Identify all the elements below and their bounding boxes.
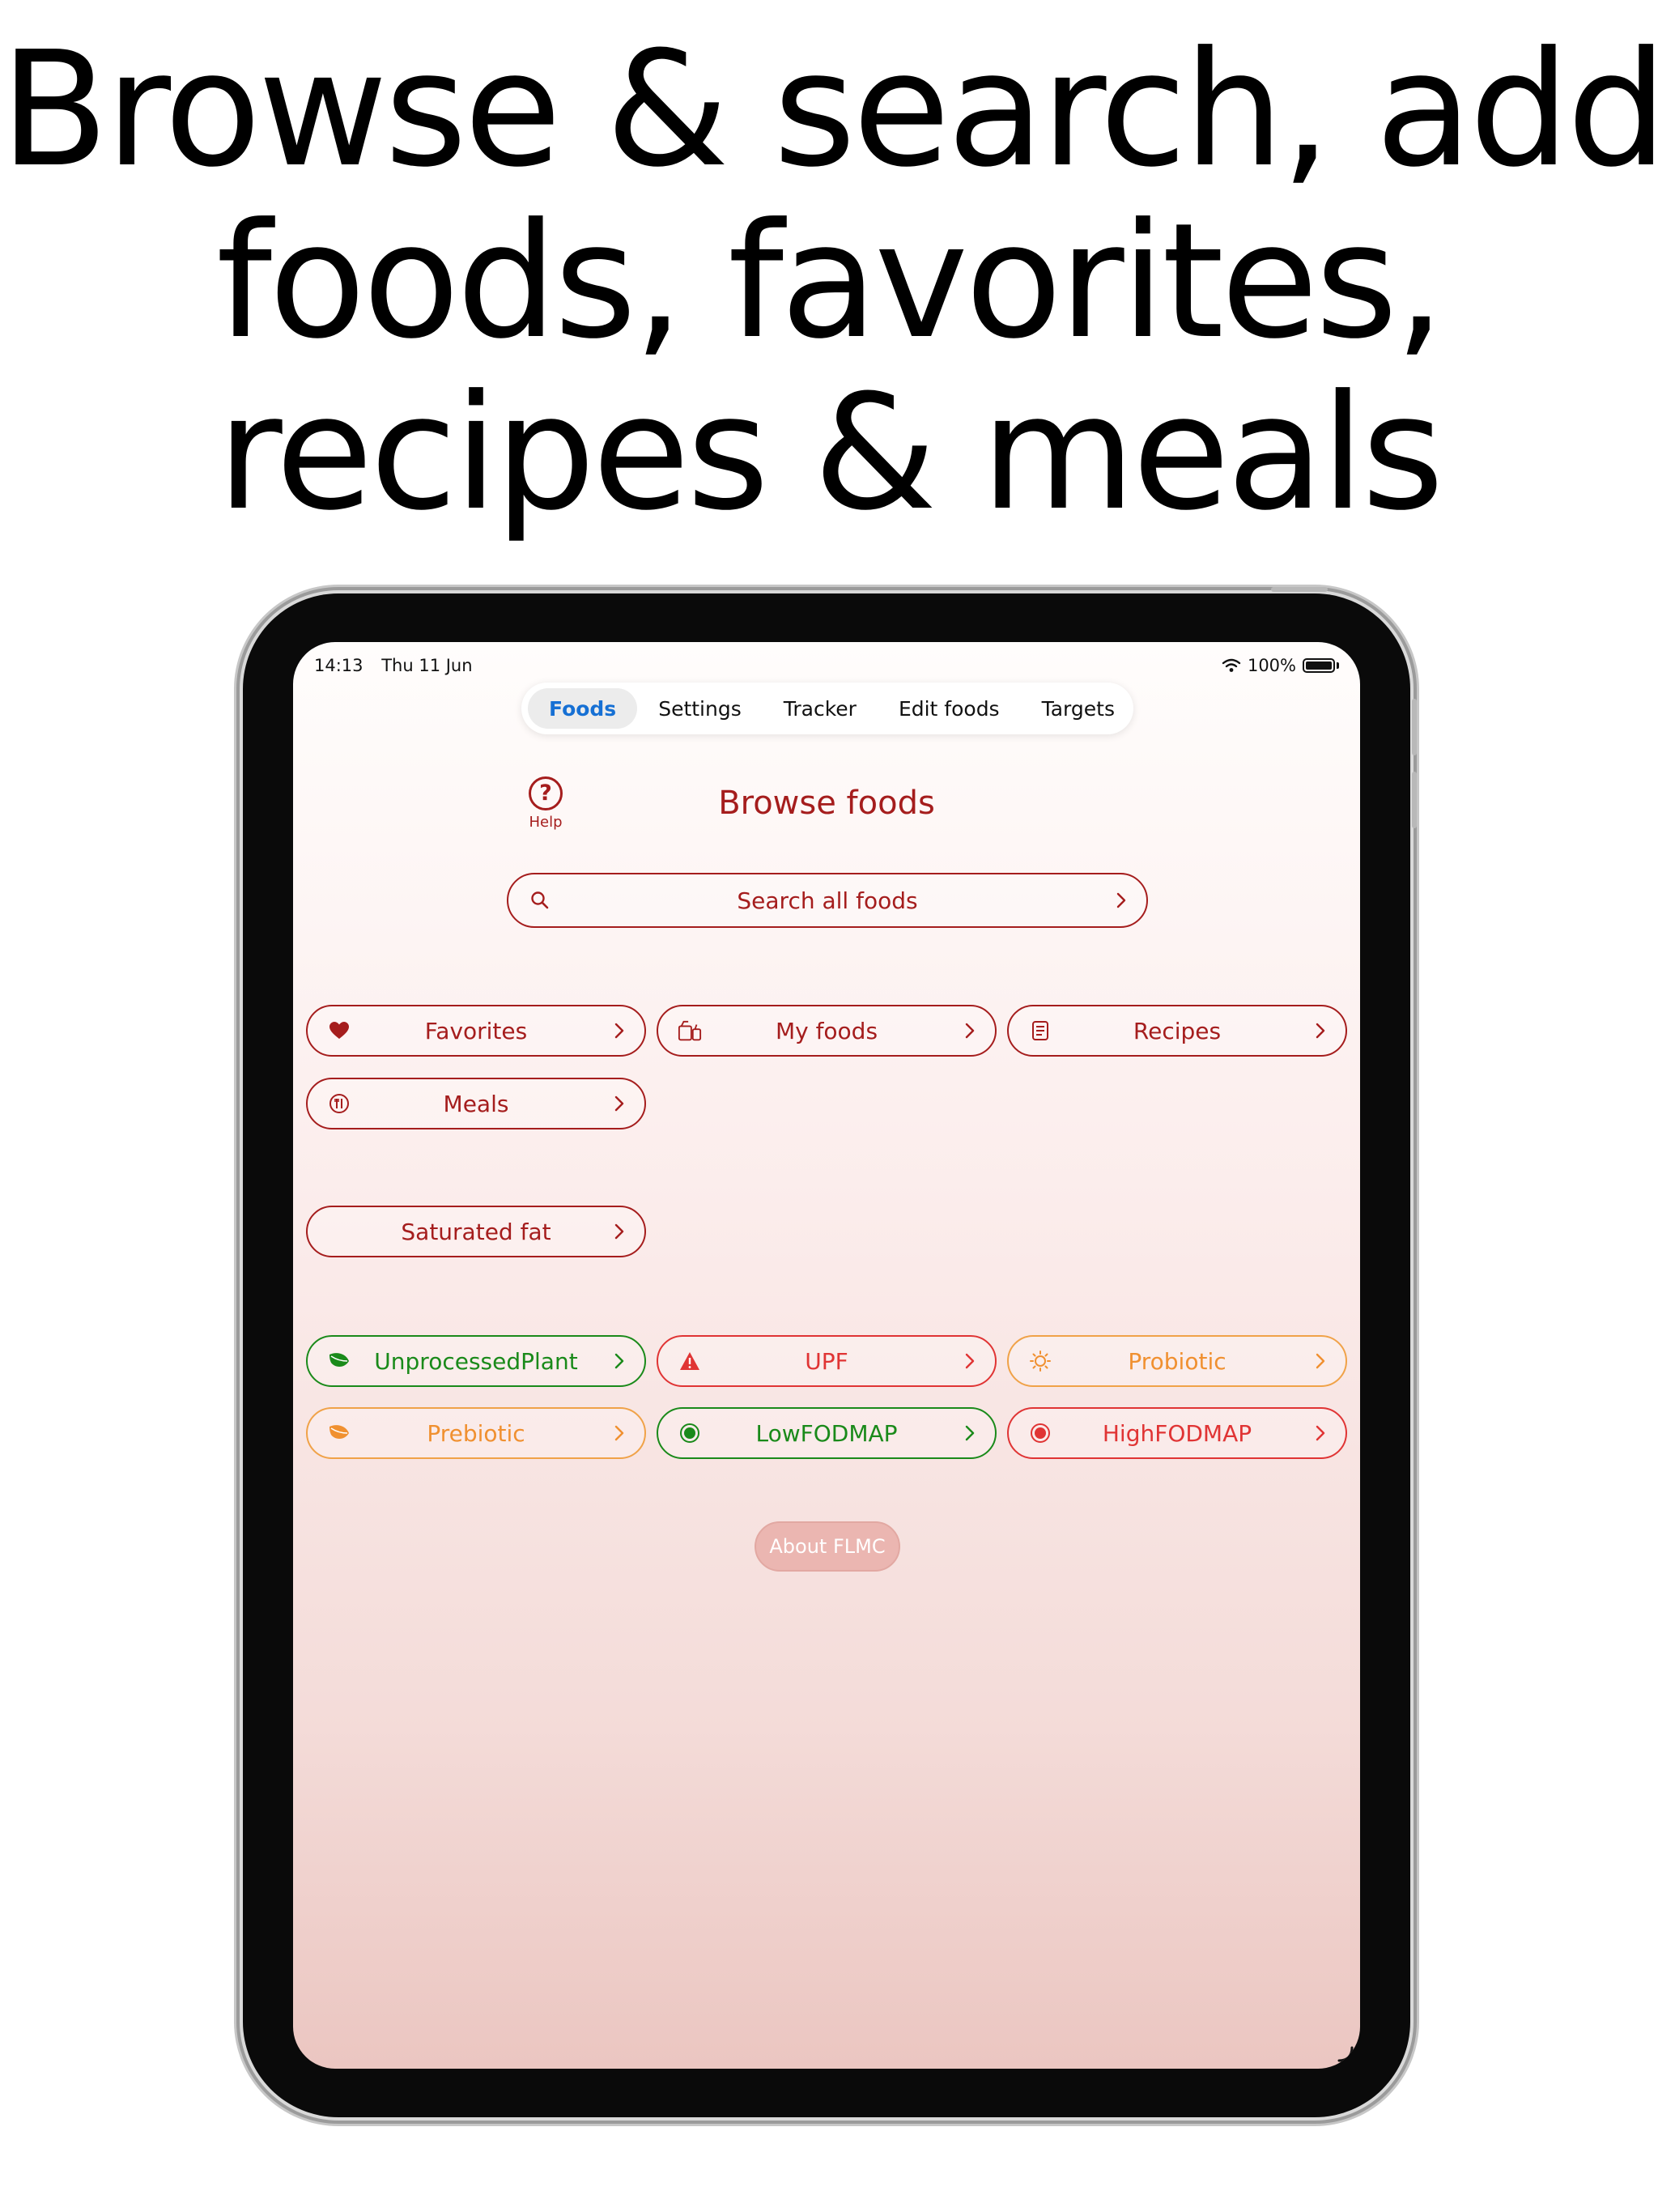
unprocessed-plant-button[interactable]: UnprocessedPlant — [306, 1335, 646, 1387]
recipes-button[interactable]: Recipes — [1007, 1005, 1347, 1057]
status-date: Thu 11 Jun — [381, 656, 473, 675]
page-title: Browse foods — [718, 785, 935, 822]
tab-foods[interactable]: Foods — [528, 688, 638, 729]
low-fodmap-button[interactable]: LowFODMAP — [657, 1407, 997, 1459]
battery-tip — [1337, 662, 1339, 669]
wifi-icon — [1222, 658, 1241, 672]
chevron-right-icon — [614, 1223, 624, 1240]
search-label: Search all foods — [737, 887, 918, 914]
battery-percent: 100% — [1247, 656, 1296, 675]
my-foods-button[interactable]: My foods — [657, 1005, 997, 1057]
prebiotic-label: Prebiotic — [427, 1419, 525, 1447]
upf-button[interactable]: UPF — [657, 1335, 997, 1387]
saturated-fat-label: Saturated fat — [401, 1218, 551, 1245]
chevron-right-icon — [965, 1023, 975, 1039]
headline-line-3: recipes & meals — [217, 361, 1444, 546]
chevron-right-icon — [965, 1353, 975, 1369]
headline-line-2: foods, favorites, — [216, 189, 1445, 374]
tab-edit-foods[interactable]: Edit foods — [878, 688, 1021, 729]
high-fodmap-button[interactable]: HighFODMAP — [1007, 1407, 1347, 1459]
battery-icon — [1303, 658, 1335, 673]
chevron-right-icon — [614, 1095, 624, 1112]
probiotic-label: Probiotic — [1128, 1347, 1226, 1375]
favorites-button[interactable]: Favorites — [306, 1005, 646, 1057]
chevron-right-icon — [1316, 1425, 1325, 1441]
screen: 14:13 Thu 11 Jun 100% Foods Settings Tra… — [293, 642, 1360, 2069]
chevron-right-icon — [1316, 1353, 1325, 1369]
chevron-right-icon — [1116, 892, 1126, 908]
upf-label: UPF — [805, 1347, 848, 1375]
low-fodmap-label: LowFODMAP — [755, 1419, 898, 1447]
prebiotic-button[interactable]: Prebiotic — [306, 1407, 646, 1459]
recipes-label: Recipes — [1133, 1017, 1222, 1044]
my-foods-label: My foods — [775, 1017, 878, 1044]
tab-bar: Foods Settings Tracker Edit foods Target… — [521, 683, 1133, 734]
chevron-right-icon — [965, 1425, 975, 1441]
resize-corner-icon — [1337, 2046, 1354, 2062]
tab-tracker[interactable]: Tracker — [763, 688, 878, 729]
unprocessed-plant-label: UnprocessedPlant — [374, 1347, 578, 1375]
probiotic-button[interactable]: Probiotic — [1007, 1335, 1347, 1387]
headline: Browse & search, add foods, favorites, r… — [0, 24, 1658, 539]
status-time: 14:13 — [314, 656, 363, 675]
saturated-fat-button[interactable]: Saturated fat — [306, 1206, 646, 1257]
headline-line-1: Browse & search, add — [0, 18, 1658, 202]
favorites-label: Favorites — [424, 1017, 528, 1044]
high-fodmap-label: HighFODMAP — [1102, 1419, 1252, 1447]
ipad-top-button — [1271, 587, 1328, 592]
tab-settings[interactable]: Settings — [637, 688, 763, 729]
chevron-right-icon — [614, 1023, 624, 1039]
chevron-right-icon — [614, 1425, 624, 1441]
chevron-right-icon — [1316, 1023, 1325, 1039]
search-all-foods-button[interactable]: Search all foods — [507, 873, 1148, 928]
about-flmc-button[interactable]: About FLMC — [755, 1521, 900, 1572]
status-bar: 14:13 Thu 11 Jun 100% — [314, 652, 1339, 679]
ipad-volume-down — [1412, 772, 1417, 828]
meals-label: Meals — [443, 1090, 509, 1117]
meals-button[interactable]: Meals — [306, 1078, 646, 1129]
ipad-frame: 14:13 Thu 11 Jun 100% Foods Settings Tra… — [243, 587, 1417, 2117]
tab-targets[interactable]: Targets — [1021, 688, 1136, 729]
ipad-volume-up — [1412, 699, 1417, 755]
chevron-right-icon — [614, 1353, 624, 1369]
